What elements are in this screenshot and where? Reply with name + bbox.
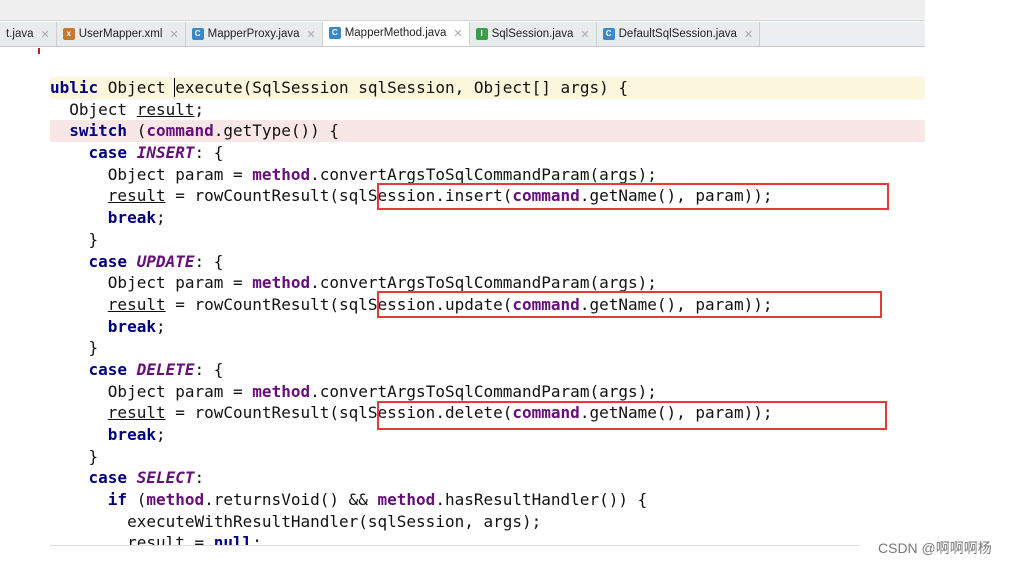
code-line: result = rowCountResult(sqlSession.delet… — [107, 403, 773, 423]
code-line: Object param = method.convertArgsToSqlCo… — [107, 273, 657, 293]
java-class-icon: C — [602, 28, 615, 40]
close-icon[interactable]: ✕ — [169, 28, 178, 41]
tab-label: MapperProxy.java — [207, 28, 300, 40]
divider — [50, 545, 860, 546]
close-icon[interactable]: ✕ — [744, 28, 753, 41]
java-class-icon: C — [328, 27, 341, 39]
code-line: ublic Object execute(SqlSession sqlSessi… — [50, 77, 925, 99]
code-line: break; — [107, 316, 166, 336]
code-line: Object result; — [69, 99, 205, 119]
code-line: } — [88, 229, 99, 249]
code-line: case UPDATE: { — [88, 251, 224, 271]
watermark: CSDN @啊啊啊杨 — [878, 540, 992, 556]
close-icon[interactable]: ✕ — [580, 28, 589, 41]
tab-label: MapperMethod.java — [344, 27, 447, 39]
toolbar-strip — [0, 0, 925, 21]
code-line: Object param = method.convertArgsToSqlCo… — [107, 381, 657, 401]
tab-label: SqlSession.java — [491, 28, 574, 40]
code-line: break; — [107, 208, 166, 228]
code-line: executeWithResultHandler(sqlSession, arg… — [127, 511, 542, 531]
code-line: case DELETE: { — [88, 359, 224, 379]
code-editor[interactable]: ublic Object execute(SqlSession sqlSessi… — [50, 77, 925, 546]
code-line: Object param = method.convertArgsToSqlCo… — [107, 164, 657, 184]
tab-label: DefaultSqlSession.java — [618, 28, 737, 40]
close-icon[interactable]: ✕ — [453, 27, 462, 40]
editor-tab-bar: t.java ✕ x UserMapper.xml ✕ C MapperProx… — [0, 22, 925, 47]
code-line: } — [88, 446, 99, 466]
tab-label: UserMapper.xml — [78, 28, 163, 40]
xml-file-icon: x — [62, 28, 75, 40]
tab-sqlsession-java[interactable]: I SqlSession.java ✕ — [469, 22, 597, 46]
code-line: switch (command.getType()) { — [50, 120, 925, 143]
tab-mappermethod-java[interactable]: C MapperMethod.java ✕ — [322, 22, 470, 46]
tab-label: t.java — [6, 28, 34, 40]
tab-mapperproxy-java[interactable]: C MapperProxy.java ✕ — [185, 22, 323, 46]
close-icon[interactable]: ✕ — [41, 28, 50, 41]
code-line: case SELECT: — [88, 468, 205, 488]
code-line: result = null; — [127, 533, 262, 546]
java-class-icon: C — [191, 28, 204, 40]
java-interface-icon: I — [475, 28, 488, 40]
tab-defaultsqlsession-java[interactable]: C DefaultSqlSession.java ✕ — [596, 22, 761, 46]
close-icon[interactable]: ✕ — [306, 28, 315, 41]
code-line: case INSERT: { — [88, 143, 224, 163]
code-line: break; — [107, 425, 166, 444]
tab-t-java[interactable]: t.java ✕ — [0, 22, 57, 46]
code-line: if (method.returnsVoid() && method.hasRe… — [107, 490, 648, 510]
code-line: result = rowCountResult(sqlSession.inser… — [107, 186, 773, 206]
error-stripe-marker — [38, 48, 40, 54]
code-line: } — [88, 338, 99, 358]
tab-usermapper-xml[interactable]: x UserMapper.xml ✕ — [56, 22, 186, 46]
code-line: result = rowCountResult(sqlSession.updat… — [107, 294, 773, 314]
